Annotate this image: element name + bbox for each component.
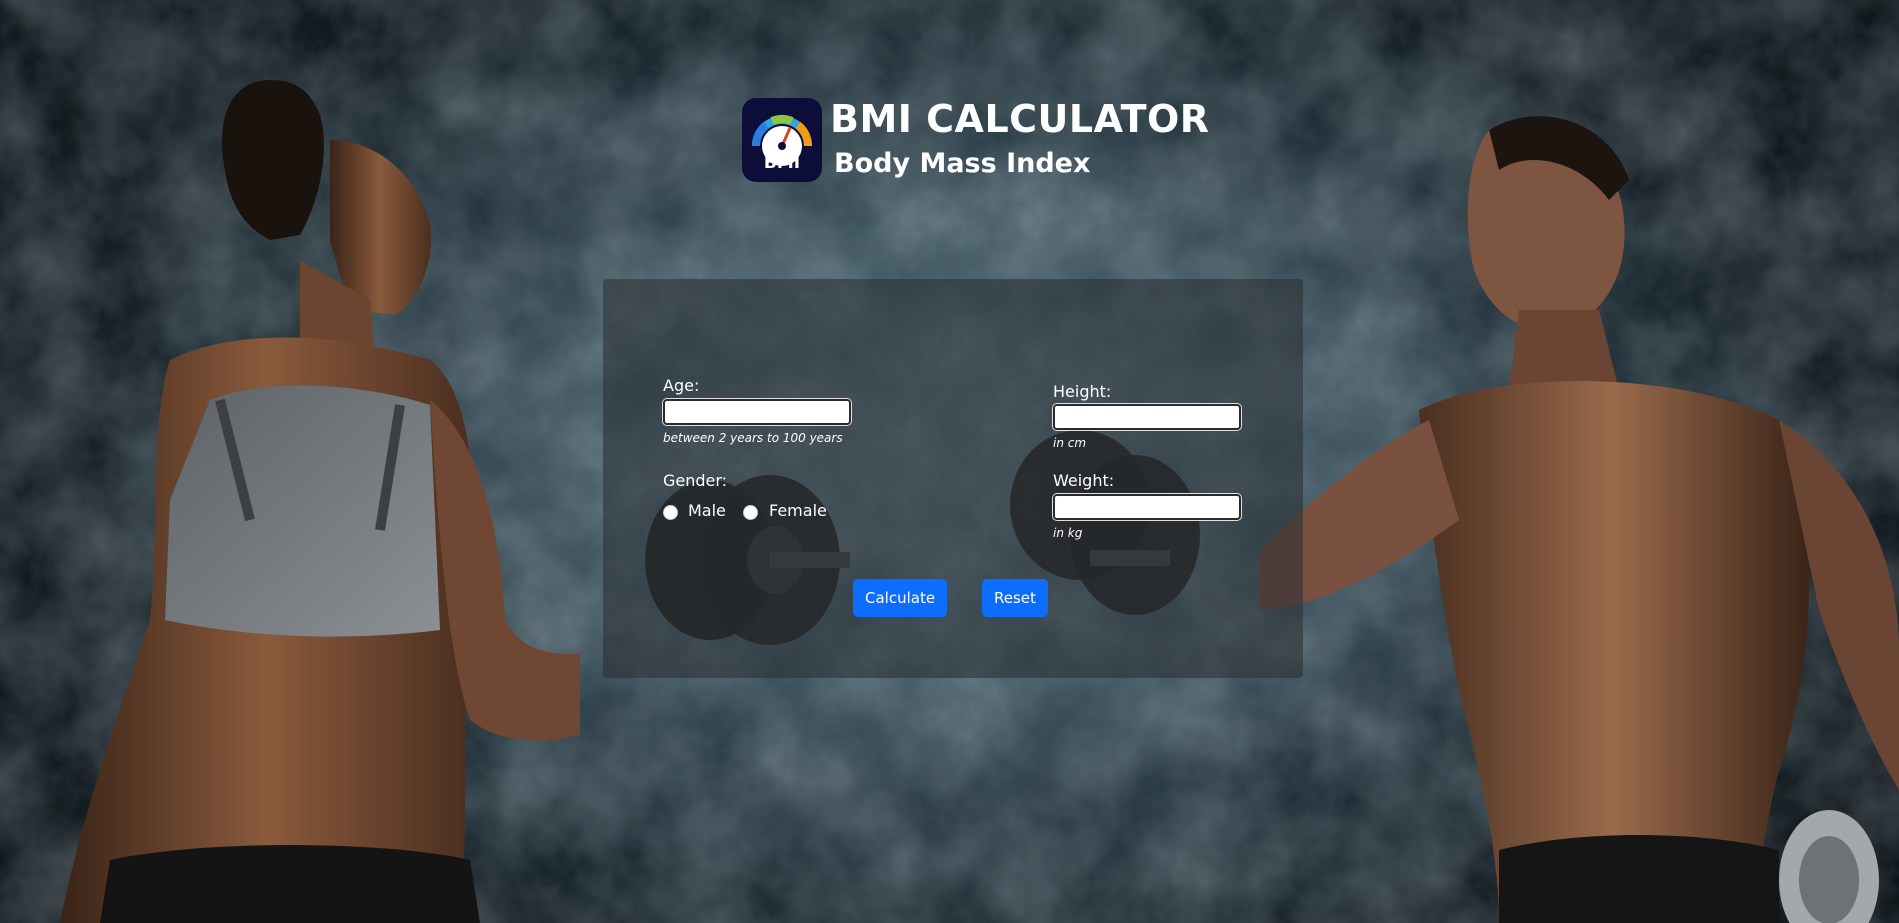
- bmi-form-panel: Age: between 2 years to 100 years Gender…: [603, 279, 1303, 678]
- man-athlete-image: [1259, 116, 1899, 923]
- gender-female-label: Female: [769, 501, 827, 520]
- weight-input[interactable]: [1053, 494, 1241, 520]
- logo-text: BMI: [764, 153, 800, 173]
- age-input[interactable]: [663, 399, 851, 425]
- gender-male-radio[interactable]: [663, 505, 678, 520]
- weight-label: Weight:: [1053, 471, 1115, 490]
- app-title: BMI CALCULATOR: [830, 97, 1210, 141]
- gender-male-label: Male: [688, 501, 726, 520]
- height-input[interactable]: [1053, 404, 1241, 430]
- app-subtitle: Body Mass Index: [834, 148, 1091, 179]
- woman-athlete-image: [60, 80, 580, 923]
- age-hint: between 2 years to 100 years: [663, 431, 843, 445]
- bmi-gauge-logo-icon: BMI: [742, 98, 822, 182]
- height-label: Height:: [1053, 382, 1112, 401]
- app-header: BMI BMI CALCULATOR Body Mass Index: [742, 98, 1210, 182]
- gender-female-radio[interactable]: [743, 505, 758, 520]
- height-hint: in cm: [1053, 436, 1087, 450]
- weight-hint: in kg: [1053, 526, 1083, 540]
- reset-button[interactable]: Reset: [982, 579, 1048, 617]
- age-label: Age:: [663, 376, 700, 395]
- gender-label: Gender:: [663, 471, 728, 490]
- calculate-button[interactable]: Calculate: [853, 579, 948, 617]
- page: BMI BMI CALCULATOR Body Mass Index Age: …: [0, 0, 1899, 923]
